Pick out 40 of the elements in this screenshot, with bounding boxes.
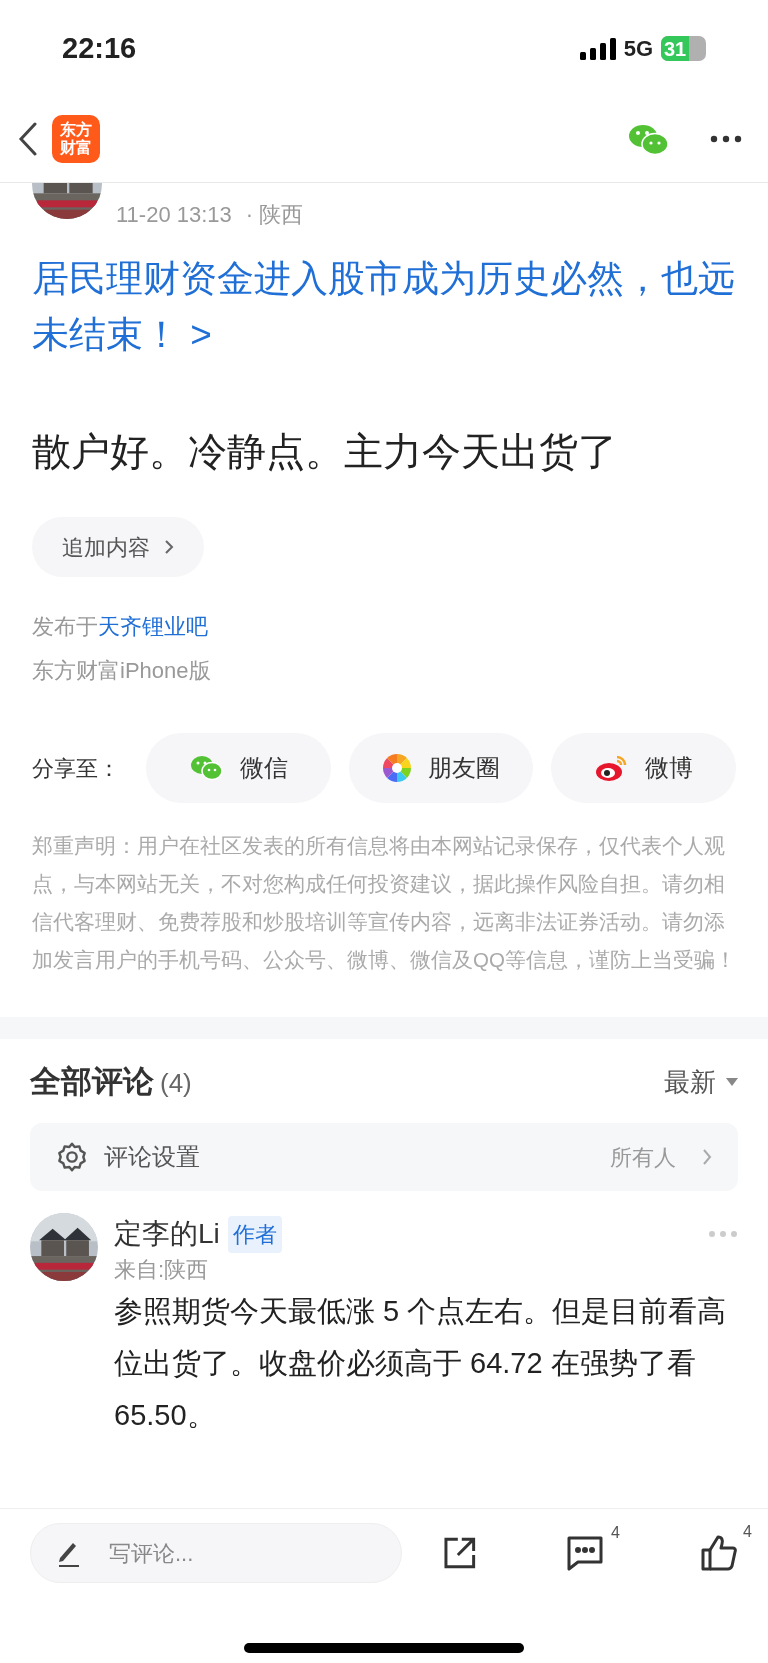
comment-author: 定李的Li xyxy=(114,1217,220,1251)
share-icon[interactable] xyxy=(442,1535,478,1571)
settings-icon xyxy=(56,1141,88,1173)
aperture-icon xyxy=(382,753,413,783)
comment-settings-row[interactable]: 评论设置 所有人 xyxy=(30,1123,738,1191)
share-label: 分享至： xyxy=(32,754,121,783)
chevron-icon xyxy=(702,1148,712,1166)
author-badge: 作者 xyxy=(227,1215,282,1253)
post-location: · 陕西 xyxy=(245,201,304,229)
chat-bubbles-icon xyxy=(189,754,224,782)
battery-indicator: 31 xyxy=(661,36,706,61)
share-button[interactable]: 朋友圈 xyxy=(348,733,534,803)
more-icon[interactable] xyxy=(710,134,742,143)
signal-icon xyxy=(579,37,616,60)
like-count-label: 4 xyxy=(743,1522,752,1542)
thumbs-up-icon[interactable] xyxy=(700,1534,738,1572)
network-label: 5G xyxy=(623,35,653,63)
eye-logo-icon xyxy=(594,753,629,783)
share-button[interactable]: 微博 xyxy=(551,733,736,803)
post-date: 11-20 13:13 xyxy=(116,201,232,229)
caret-icon xyxy=(726,1078,738,1086)
disclaimer-text: 郑重声明：用户在社区发表的所有信息将由本网站记录保存，仅代表个人观点，与本网站无关，不对您构成任何投资建议，据此操作风险自担。请勿相信代客理财、免费荐股和炒股培训等宣传内容，远离非法证券活动。请勿添加发言用户的手机号码、公众号、微博、微信及QQ等信息，谨防上当受骗！ xyxy=(32,833,736,973)
comments-heading: 全部评论 xyxy=(30,1062,154,1101)
comment-location: 来自:陕西 xyxy=(114,1256,210,1284)
comment-icon[interactable] xyxy=(566,1535,604,1571)
published-in-text: 发布于天齐锂业吧 xyxy=(32,613,209,641)
post-body: 散户好。冷静点。主力今天出货了 xyxy=(32,429,618,475)
article-link[interactable]: 居民理财资金进入股市成为历史必然，也远未结束！ > xyxy=(32,251,736,363)
chevron-icon xyxy=(164,539,174,555)
sort-dropdown[interactable]: 最新 xyxy=(664,1062,738,1102)
back-icon[interactable] xyxy=(18,121,38,156)
comment-count-label: 4 xyxy=(611,1523,620,1543)
comment-text: 参照期货今天最低涨 5 个点左右。但是目前看高位出货了。收盘价必须高于 64.72 在强势了看 65.50。 xyxy=(114,1294,728,1433)
comment-count: (4) xyxy=(160,1066,192,1100)
forum-link[interactable]: 天齐锂业吧 xyxy=(98,614,208,639)
status-time: 22:16 xyxy=(62,30,137,66)
append-content-button[interactable]: 追加内容 xyxy=(32,517,204,577)
client-label: 东方财富iPhone版 xyxy=(32,657,212,685)
app-logo: 东方 财富 xyxy=(52,114,100,163)
share-button[interactable]: 微信 xyxy=(146,733,331,803)
